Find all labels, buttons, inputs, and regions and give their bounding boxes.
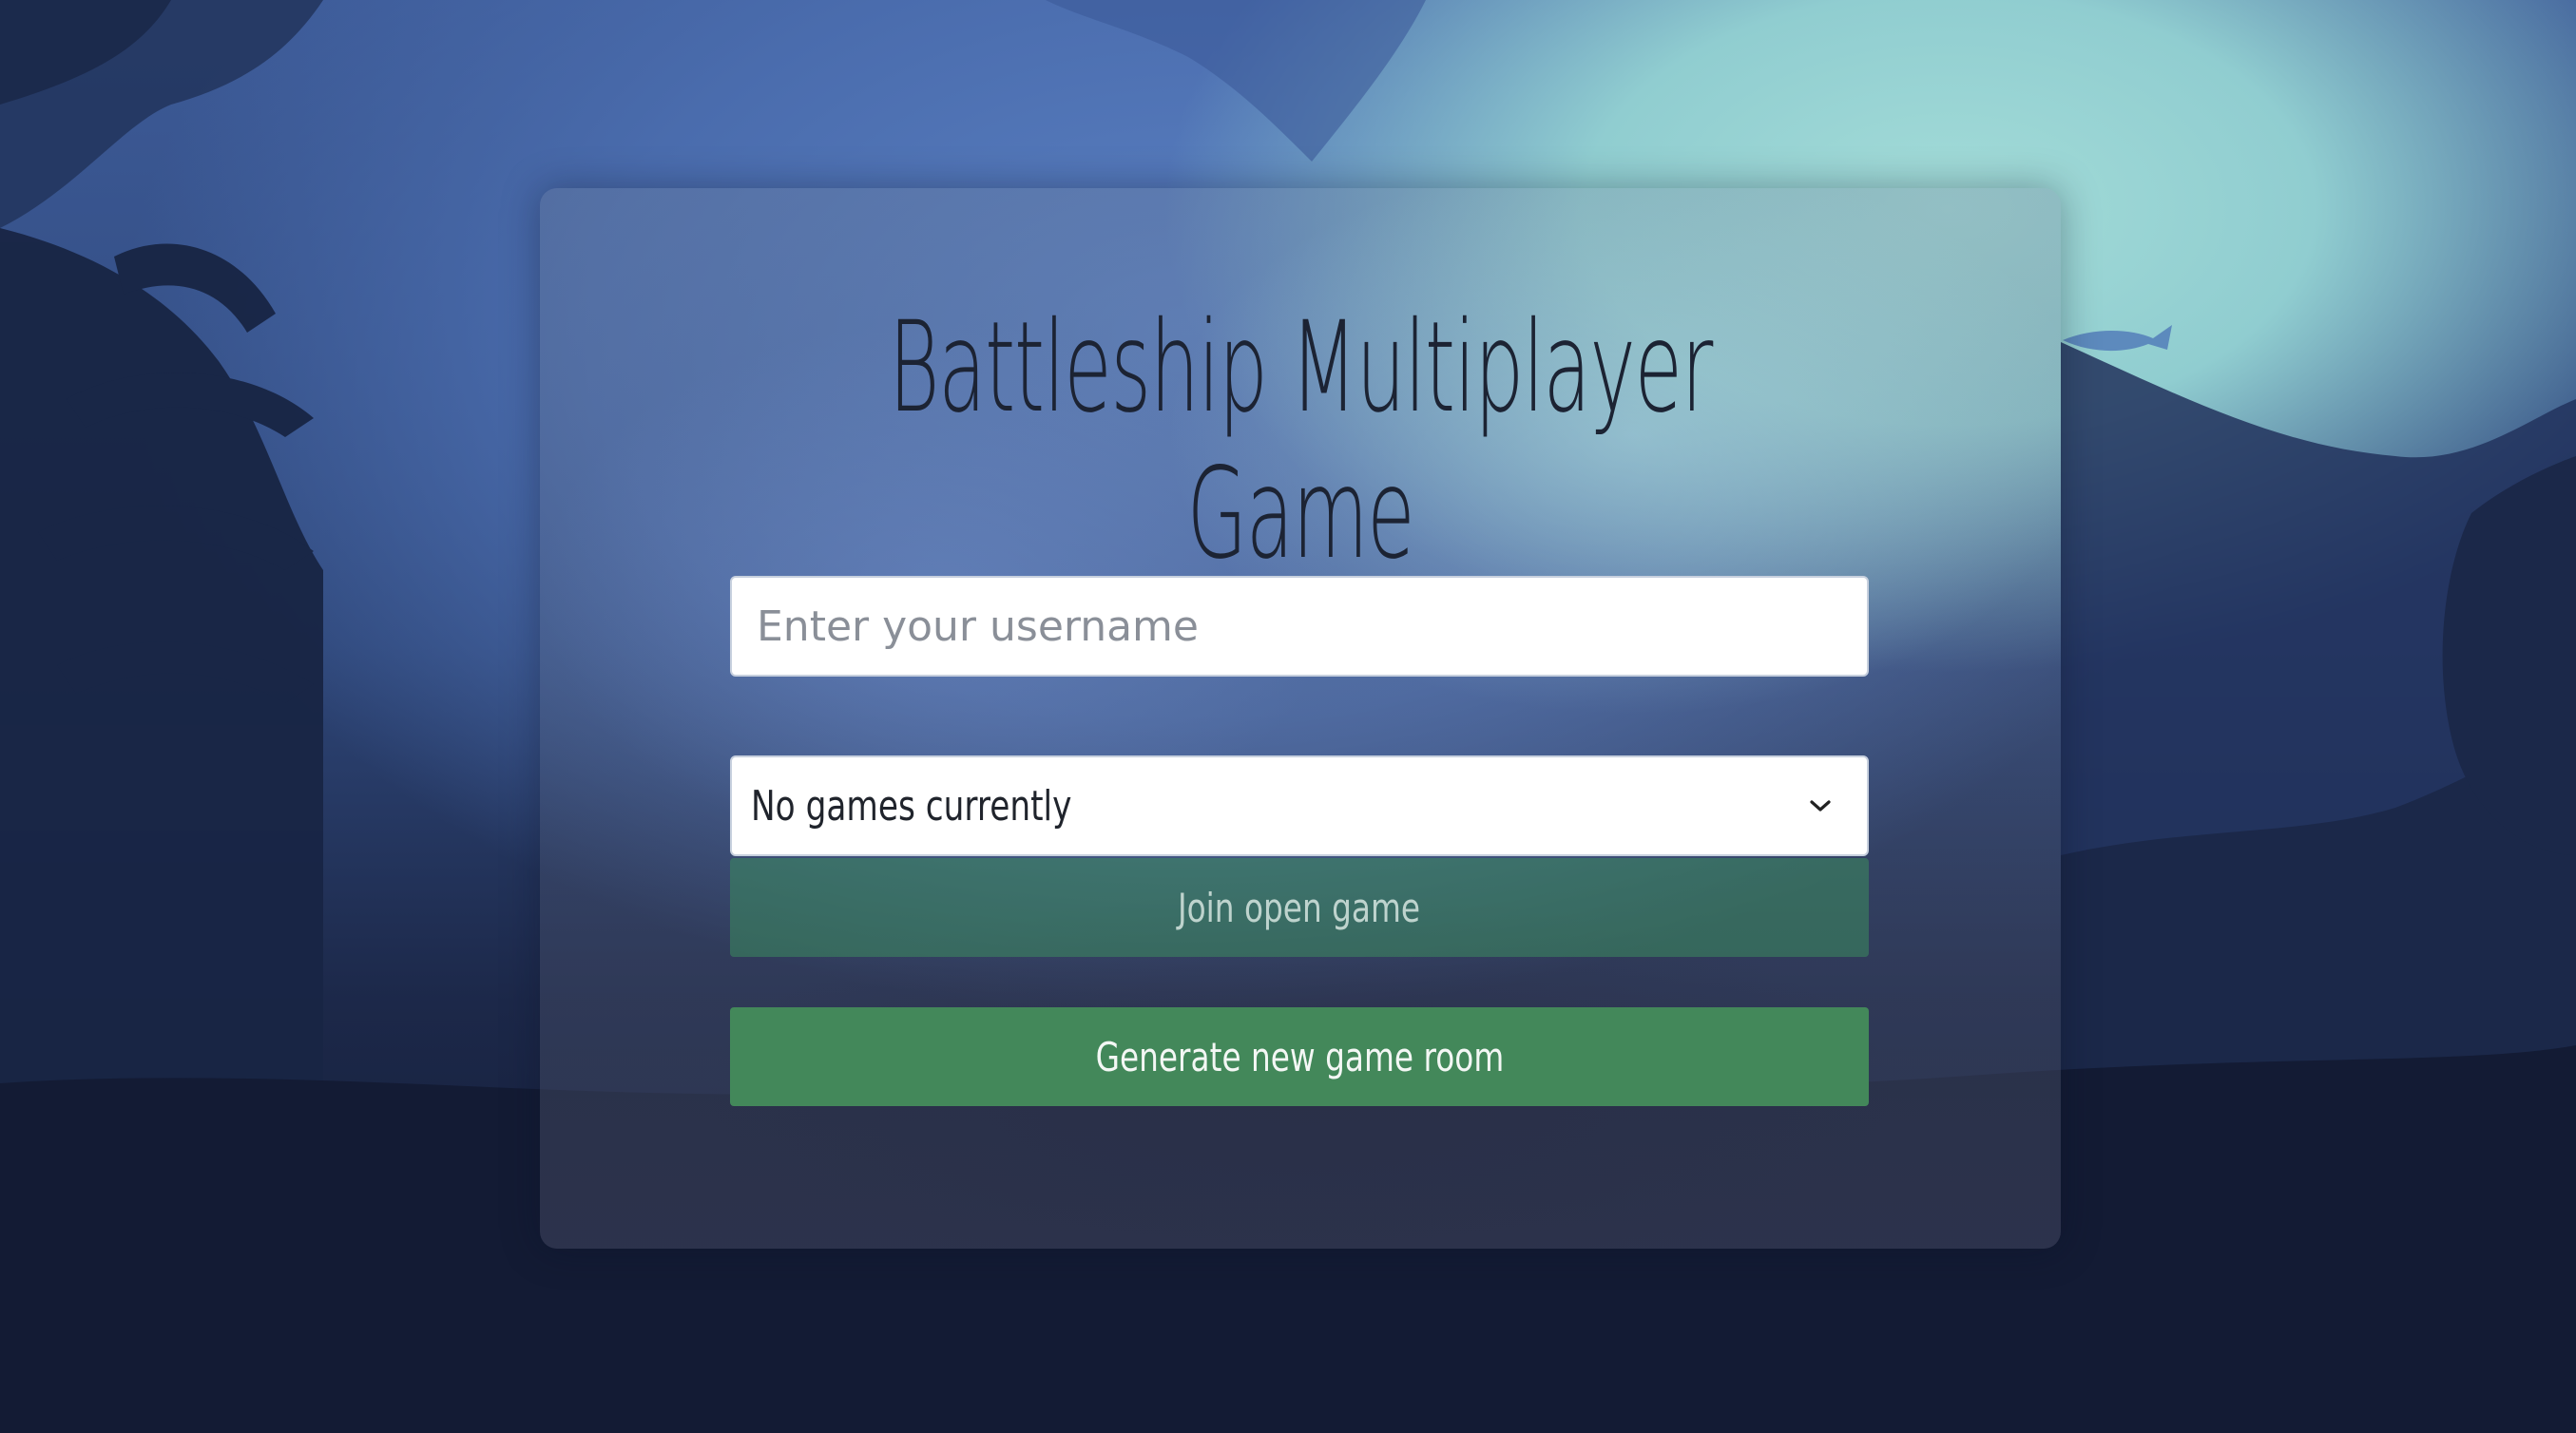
generate-game-room-label: Generate new game room [1095, 1033, 1504, 1080]
chevron-down-icon [1810, 800, 1831, 812]
generate-game-room-button[interactable]: Generate new game room [730, 1007, 1869, 1106]
join-open-game-button[interactable]: Join open game [730, 858, 1869, 957]
join-open-game-label: Join open game [1178, 884, 1421, 931]
lobby-card: Battleship Multiplayer Game No games cur… [540, 188, 2061, 1249]
page-title: Battleship Multiplayer Game [888, 295, 1713, 587]
games-select[interactable]: No games currently [730, 755, 1869, 856]
username-input[interactable] [730, 576, 1869, 677]
games-select-value: No games currently [751, 781, 1072, 831]
